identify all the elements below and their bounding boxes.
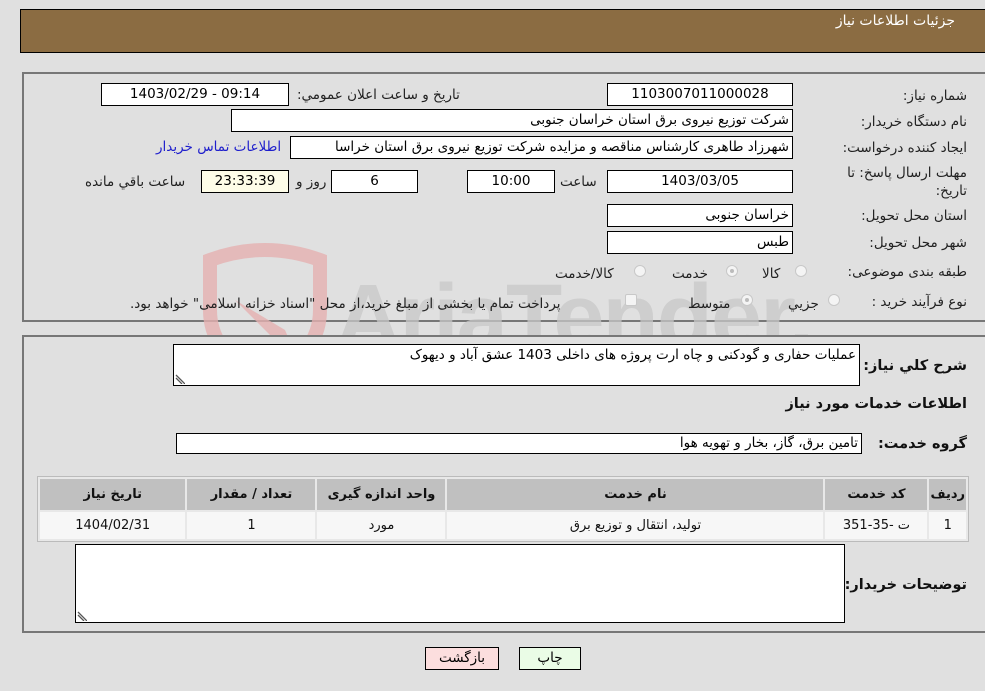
deadline-date-field: 1403/03/05 xyxy=(607,170,793,193)
need-number-label: شماره نیاز: xyxy=(902,88,967,104)
category-option-goods: کالا xyxy=(762,266,781,282)
cell-service-name: تولید، انتقال و توزیع برق xyxy=(445,510,826,541)
days-label: روز و xyxy=(296,174,327,190)
col-service-name: نام خدمت xyxy=(445,477,826,512)
requester-label: ایجاد کننده درخواست: xyxy=(842,140,967,156)
buyer-org-field: شرکت توزیع نیروی برق استان خراسان جنوبی xyxy=(231,109,793,132)
summary-textarea[interactable]: عملیات حفاری و گودکنی و چاه ارت پروژه ها… xyxy=(173,344,860,386)
province-field: خراسان جنوبی xyxy=(607,204,793,227)
cell-quantity: 1 xyxy=(185,510,318,541)
remaining-time-label: ساعت باقي مانده xyxy=(85,174,186,190)
col-service-code: کد خدمت xyxy=(823,477,930,512)
summary-text: عملیات حفاری و گودکنی و چاه ارت پروژه ها… xyxy=(409,347,856,363)
services-table-wrapper: ردیف کد خدمت نام خدمت واحد اندازه گیری ت… xyxy=(37,476,969,542)
print-button[interactable]: چاپ xyxy=(519,647,581,670)
service-group-label: گروه خدمت: xyxy=(877,436,967,452)
process-option-minor: جزيي xyxy=(788,296,819,312)
requester-field: شهرزاد طاهری کارشناس مناقصه و مزایده شرک… xyxy=(290,136,793,159)
service-group-field: تامین برق، گاز، بخار و تهویه هوا xyxy=(176,433,862,454)
process-type-label: نوع فرآیند خرید : xyxy=(871,294,967,310)
deadline-time-field: 10:00 xyxy=(467,170,555,193)
cell-service-code: ت -35-351 xyxy=(823,510,930,541)
buyer-contact-link[interactable]: اطلاعات تماس خریدار xyxy=(156,139,281,155)
category-radio-service[interactable] xyxy=(726,265,738,277)
process-radio-minor[interactable] xyxy=(828,294,840,306)
province-label: استان محل تحویل: xyxy=(861,208,967,224)
table-header-row: ردیف کد خدمت نام خدمت واحد اندازه گیری ت… xyxy=(37,477,968,512)
remaining-days-field: 6 xyxy=(331,170,418,193)
deadline-label: مهلت ارسال پاسخ: تا تاریخ: xyxy=(847,165,967,199)
cell-need-date: 1404/02/31 xyxy=(37,510,188,541)
process-radio-medium[interactable] xyxy=(741,294,753,306)
buyer-org-label: نام دستگاه خریدار: xyxy=(860,114,967,130)
col-unit: واحد اندازه گیری xyxy=(315,477,448,512)
city-field: طبس xyxy=(607,231,793,254)
remaining-time-field: 23:33:39 xyxy=(201,170,289,193)
treasury-checkbox[interactable] xyxy=(625,294,637,306)
services-table: ردیف کد خدمت نام خدمت واحد اندازه گیری ت… xyxy=(37,477,968,541)
category-option-goods-service: کالا/خدمت xyxy=(555,266,614,282)
category-radio-goods[interactable] xyxy=(795,265,807,277)
treasury-checkbox-label: پرداخت تمام یا بخشی از مبلغ خرید،از محل … xyxy=(130,296,561,312)
need-number-field: 1103007011000028 xyxy=(607,83,793,106)
cell-unit: مورد xyxy=(315,510,448,541)
col-row-number: ردیف xyxy=(927,477,968,512)
announce-datetime-field: 1403/02/29 - 09:14 xyxy=(101,83,289,106)
col-quantity: تعداد / مقدار xyxy=(185,477,318,512)
page-title: جزئیات اطلاعات نیاز xyxy=(835,13,955,29)
back-button[interactable]: بازگشت xyxy=(425,647,499,670)
process-option-medium: متوسط xyxy=(688,296,731,312)
summary-label: شرح كلي نياز: xyxy=(863,358,967,374)
deadline-time-label: ساعت xyxy=(560,174,597,190)
services-heading: اطلاعات خدمات مورد نياز xyxy=(785,396,967,412)
table-row: 1 ت -35-351 تولید، انتقال و توزیع برق مو… xyxy=(37,510,968,541)
col-need-date: تاریخ نیاز xyxy=(37,477,188,512)
category-option-service: خدمت xyxy=(672,266,708,282)
resize-grip-icon[interactable] xyxy=(77,611,87,621)
resize-grip-icon[interactable] xyxy=(175,374,185,384)
category-label: طبقه بندی موضوعی: xyxy=(847,264,967,280)
buyer-notes-label: توضیحات خریدار: xyxy=(844,577,967,593)
category-radio-goods-service[interactable] xyxy=(634,265,646,277)
announce-datetime-label: تاریخ و ساعت اعلان عمومي: xyxy=(297,87,460,103)
cell-row-number: 1 xyxy=(927,510,968,541)
city-label: شهر محل تحویل: xyxy=(869,235,967,251)
buyer-notes-textarea[interactable] xyxy=(75,544,845,623)
